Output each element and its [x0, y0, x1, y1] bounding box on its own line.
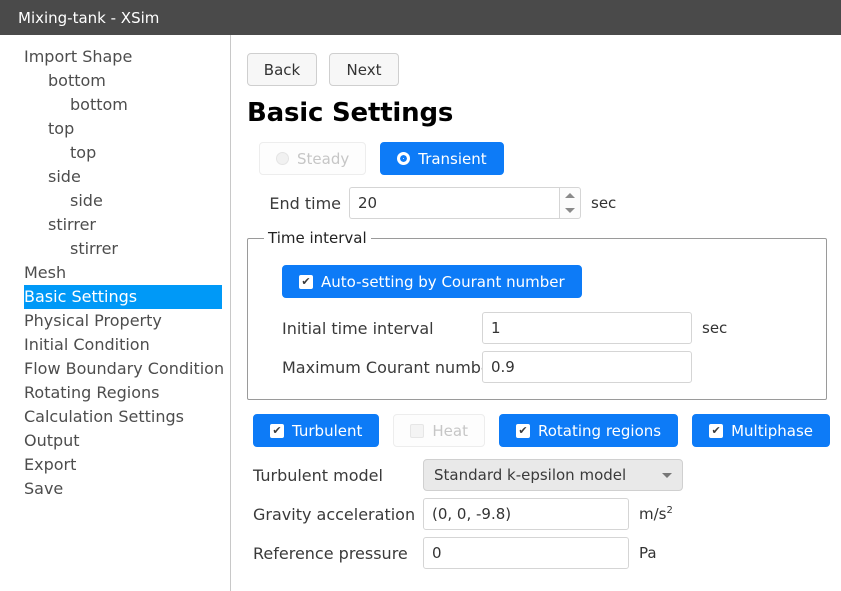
initial-time-interval-unit: sec — [702, 319, 728, 337]
solver-mode-group: Steady Transient — [247, 142, 841, 175]
workspace: Import Shape bottom bottom top top side side st… — [0, 35, 841, 591]
reference-pressure-unit: Pa — [639, 544, 657, 562]
window-titlebar: Mixing-tank - XSim — [0, 0, 841, 35]
sidebar-item-stirrer[interactable]: stirrer — [0, 237, 230, 261]
radio-icon — [276, 152, 289, 165]
turbulent-model-row: Turbulent model Standard k-epsilon model — [253, 459, 841, 491]
end-time-input[interactable] — [349, 187, 559, 219]
max-courant-row: Maximum Courant number — [282, 351, 814, 383]
gravity-row: Gravity acceleration m/s2 — [253, 498, 841, 530]
end-time-unit: sec — [591, 194, 617, 212]
checkbox-unchecked-icon — [410, 423, 425, 438]
feature-toggle-heat[interactable]: Heat — [393, 414, 485, 447]
sidebar-item-bottom[interactable]: bottom — [0, 69, 230, 93]
feature-toggle-label: Turbulent — [292, 421, 363, 440]
turbulent-model-select[interactable]: Standard k-epsilon model — [423, 459, 683, 491]
checkbox-checked-icon: ✔ — [270, 423, 284, 438]
initial-time-interval-row: Initial time interval sec — [282, 312, 814, 344]
reference-pressure-label: Reference pressure — [253, 543, 408, 563]
sidebar-tree: Import Shape bottom bottom top top side side st… — [0, 35, 231, 591]
next-button[interactable]: Next — [329, 53, 399, 86]
reference-pressure-input[interactable] — [423, 537, 629, 569]
spinner-down-icon[interactable] — [565, 208, 575, 213]
max-courant-label: Maximum Courant number — [282, 357, 498, 377]
radio-selected-icon — [397, 152, 411, 165]
window-title: Mixing-tank - XSim — [18, 8, 160, 27]
sidebar-item-flow-boundary-condition[interactable]: Flow Boundary Condition — [0, 357, 230, 381]
main-panel: Back Next Basic Settings Steady Transien… — [231, 35, 841, 591]
feature-toggle-rotating-regions[interactable]: ✔ Rotating regions — [498, 414, 679, 447]
navigation-row: Back Next — [247, 53, 841, 86]
sidebar-item-initial-condition[interactable]: Initial Condition — [0, 333, 230, 357]
feature-toggle-label: Heat — [432, 421, 468, 440]
steady-mode-label: Steady — [297, 149, 350, 168]
sidebar-item-side[interactable]: side — [0, 165, 230, 189]
feature-toggle-label: Multiphase — [731, 421, 814, 440]
initial-time-interval-label: Initial time interval — [282, 318, 434, 338]
feature-toggle-multiphase[interactable]: ✔ Multiphase — [692, 414, 831, 447]
max-courant-input[interactable] — [482, 351, 692, 383]
checkbox-checked-icon: ✔ — [299, 274, 313, 289]
sidebar-item-top[interactable]: top — [0, 141, 230, 165]
checkbox-checked-icon: ✔ — [709, 423, 724, 438]
checkbox-checked-icon: ✔ — [515, 423, 530, 438]
sidebar-item-rotating-regions[interactable]: Rotating Regions — [0, 381, 230, 405]
feature-toggle-group: ✔ Turbulent Heat ✔ Rotating regions ✔ Multipha… — [253, 414, 841, 447]
gravity-unit-exponent: 2 — [666, 505, 673, 516]
sidebar-item-bottom[interactable]: bottom — [0, 93, 230, 117]
gravity-input[interactable] — [423, 498, 629, 530]
feature-toggle-turbulent[interactable]: ✔ Turbulent — [253, 414, 380, 447]
turbulent-model-label: Turbulent model — [253, 465, 383, 485]
sidebar-item-calculation-settings[interactable]: Calculation Settings — [0, 405, 230, 429]
sidebar-item-physical-property[interactable]: Physical Property — [0, 309, 230, 333]
auto-courant-label: Auto-setting by Courant number — [321, 272, 565, 291]
sidebar-item-side[interactable]: side — [0, 189, 230, 213]
end-time-row: End time sec — [251, 187, 841, 219]
end-time-spinner[interactable] — [559, 187, 581, 219]
end-time-stepper[interactable] — [349, 187, 581, 219]
steady-mode-button[interactable]: Steady — [259, 142, 367, 175]
initial-time-interval-input[interactable] — [482, 312, 692, 344]
spinner-up-icon[interactable] — [565, 193, 575, 198]
sidebar-item-stirrer[interactable]: stirrer — [0, 213, 230, 237]
chevron-down-icon — [662, 472, 672, 478]
transient-mode-button[interactable]: Transient — [380, 142, 504, 175]
sidebar-item-output[interactable]: Output — [0, 429, 230, 453]
sidebar-item-mesh[interactable]: Mesh — [0, 261, 230, 285]
sidebar-item-basic-settings[interactable]: Basic Settings — [24, 285, 222, 309]
feature-toggle-label: Rotating regions — [537, 421, 662, 440]
sidebar-item-top[interactable]: top — [0, 117, 230, 141]
time-interval-fieldset: Time interval ✔ Auto-setting by Courant … — [247, 229, 827, 400]
back-button[interactable]: Back — [247, 53, 317, 86]
sidebar-item-save[interactable]: Save — [0, 477, 230, 501]
reference-pressure-row: Reference pressure Pa — [253, 537, 841, 569]
page-title: Basic Settings — [247, 98, 454, 128]
transient-mode-label: Transient — [418, 149, 487, 168]
time-interval-legend: Time interval — [268, 229, 367, 247]
auto-courant-button[interactable]: ✔ Auto-setting by Courant number — [282, 265, 582, 298]
end-time-label: End time — [269, 193, 341, 213]
turbulent-model-value: Standard k-epsilon model — [434, 466, 627, 484]
gravity-label: Gravity acceleration — [253, 504, 416, 524]
sidebar-item-export[interactable]: Export — [0, 453, 230, 477]
sidebar-item-import-shape[interactable]: Import Shape — [0, 45, 230, 69]
gravity-unit-base: m/s — [639, 505, 667, 523]
gravity-unit: m/s2 — [639, 505, 673, 523]
